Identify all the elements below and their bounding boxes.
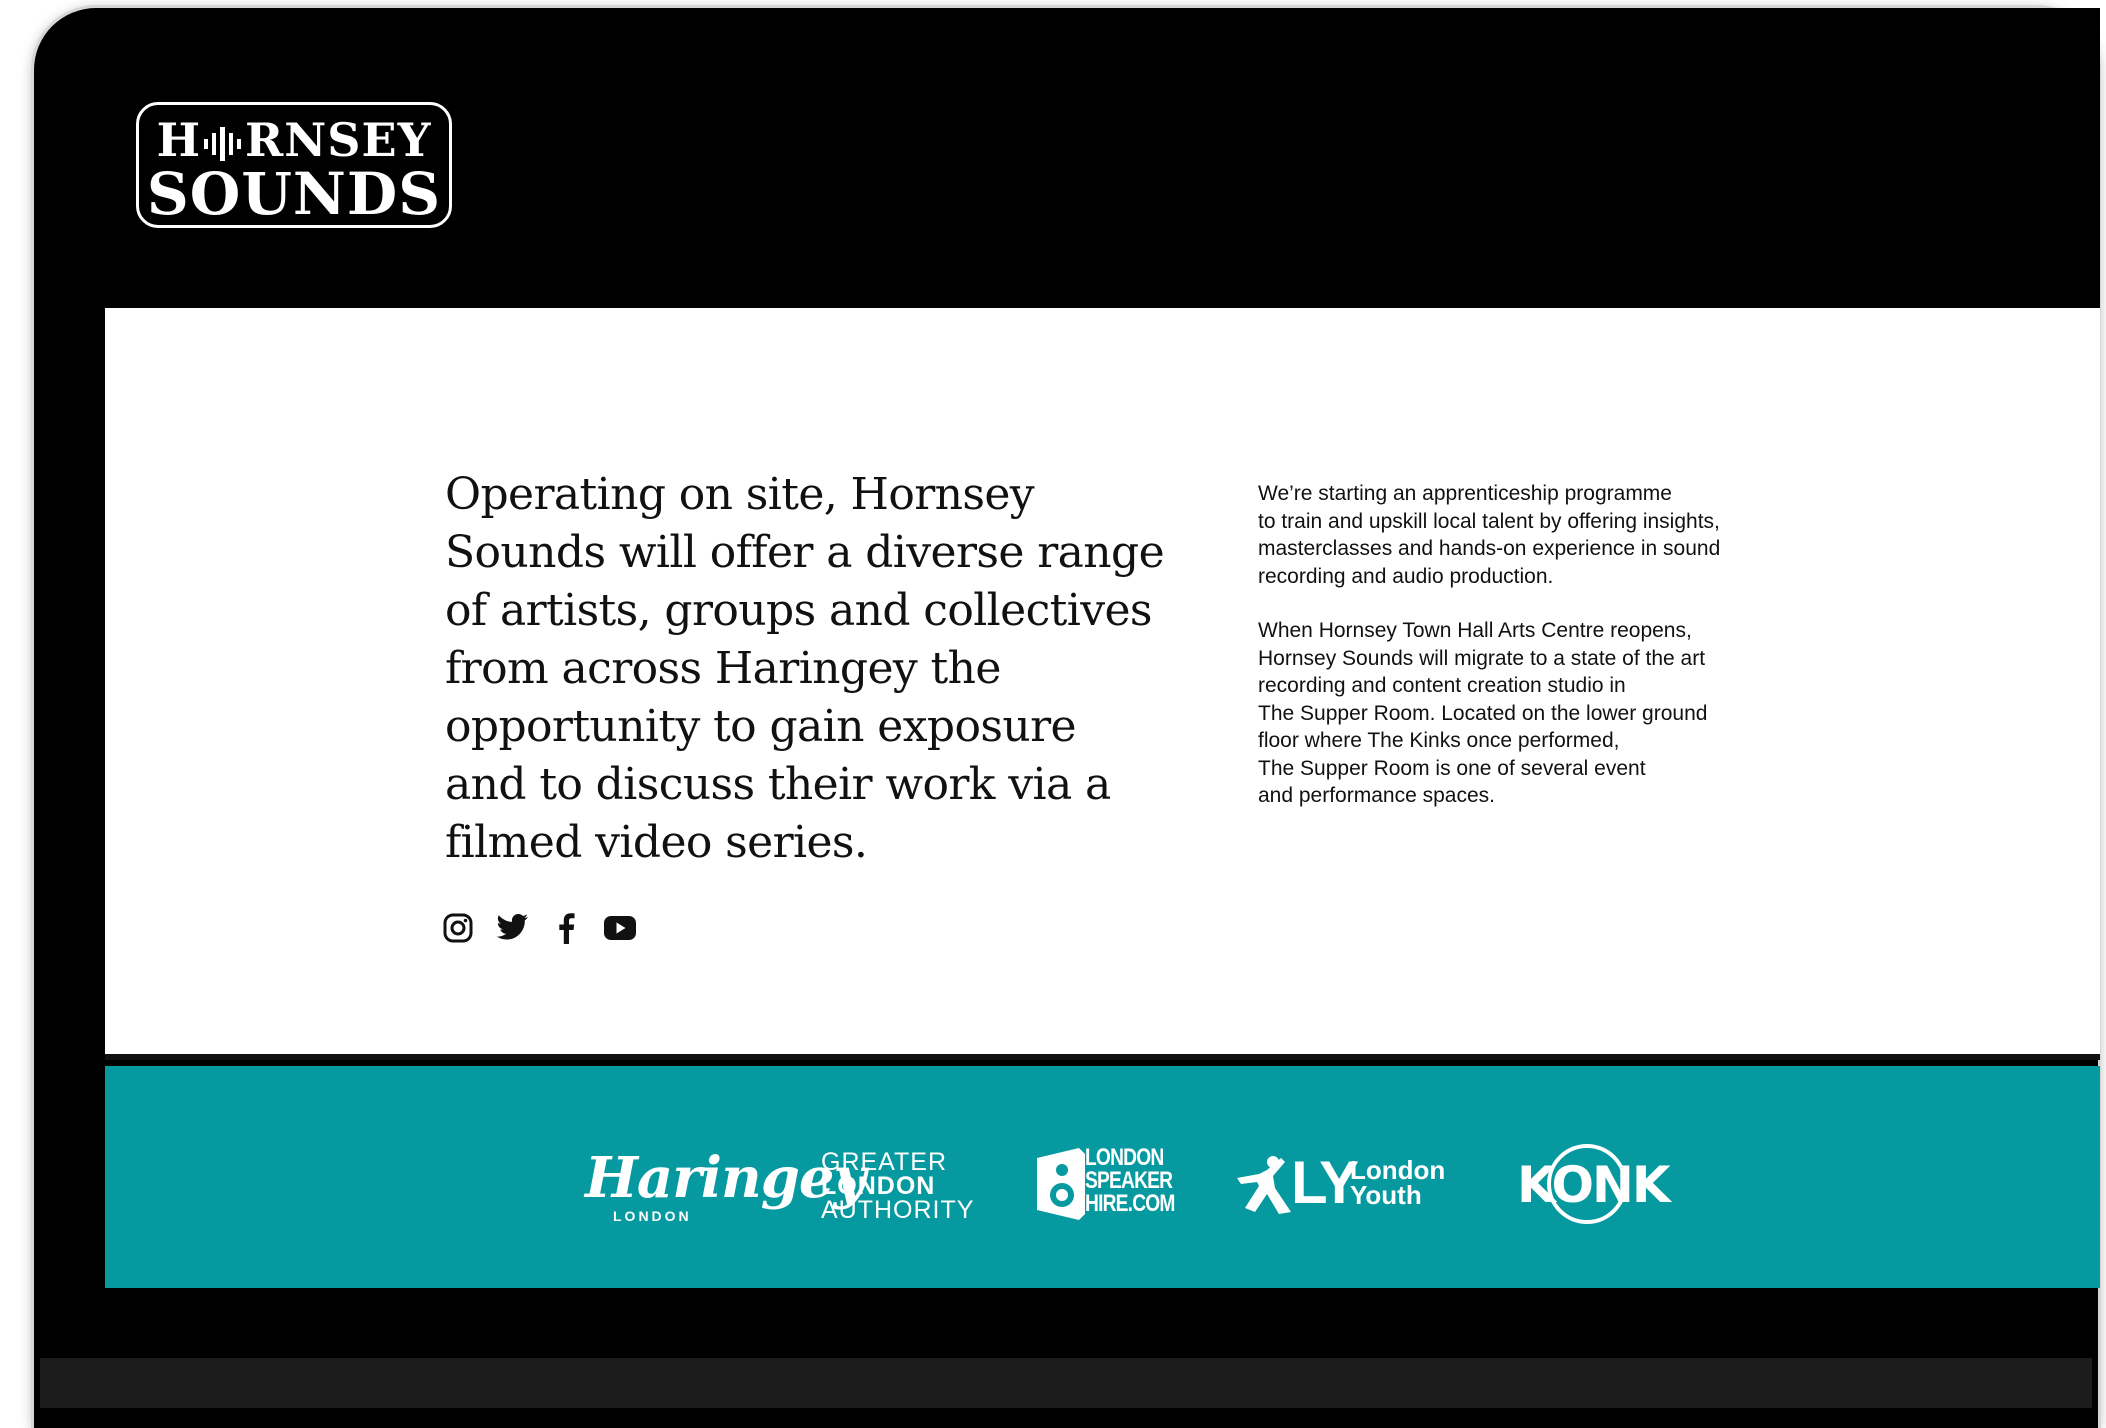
social-links [441,908,637,948]
website-viewport: H RNSEY SOUNDS Operating on site, Hornsey… [105,8,2100,1290]
london-youth-wordmark: London Youth [1350,1157,1445,1210]
speaker-icon [1037,1148,1085,1220]
haringey-wordmark: Haringey [585,1145,866,1211]
london-youth-logo[interactable]: LY London Youth [1235,1152,1465,1222]
logo-line-2: SOUNDS [146,160,442,228]
twitter-icon[interactable] [495,911,529,945]
hornsey-sounds-logo[interactable]: H RNSEY SOUNDS [136,102,452,228]
konk-wordmark: KONK [1517,1156,1671,1214]
konk-logo[interactable]: KONK [1517,1142,1671,1226]
speaker-hire-wordmark: LONDON SPEAKER HIRE.COM [1085,1144,1175,1217]
haringey-subtitle: LONDON [613,1208,692,1224]
london-speaker-hire-logo[interactable]: LONDON SPEAKER HIRE.COM [1035,1146,1175,1222]
logo-line-1: H RNSEY [156,113,432,167]
lsh-line-2: SPEAKER [1085,1167,1173,1194]
haringey-logo[interactable]: Haringey LONDON [585,1145,866,1230]
youtube-icon[interactable] [603,911,637,945]
ly-mark: LY [1291,1149,1359,1216]
supper-room-paragraph: When Hornsey Town Hall Arts Centre reope… [1258,619,1708,807]
laptop-bezel [40,1358,2092,1408]
site-header: H RNSEY SOUNDS [105,8,2100,308]
instagram-icon[interactable] [441,911,475,945]
jumping-figure-icon [1237,1156,1291,1214]
lead-statement: Operating on site, Hornsey Sounds will o… [445,469,1165,868]
programme-description: We’re starting an apprenticeship program… [1258,480,1798,837]
ly-line-2: Youth [1350,1180,1422,1210]
facebook-icon[interactable] [549,911,583,945]
partner-logos: Haringey LONDON GREATER LONDON AUTHORITY… [105,1066,2100,1288]
apprenticeship-paragraph: We’re starting an apprenticeship program… [1258,482,1721,588]
soundwave-icon [204,127,242,161]
gla-line-1: GREATER [821,1148,947,1176]
laptop-frame: H RNSEY SOUNDS Operating on site, Hornsey… [34,8,2100,1428]
gla-line-3: AUTHORITY [821,1196,975,1224]
lsh-line-1: LONDON [1085,1144,1164,1171]
intro-section: Operating on site, Hornsey Sounds will o… [105,308,2100,1060]
greater-london-authority-logo[interactable]: GREATER LONDON AUTHORITY [821,1148,975,1224]
gla-line-2: LONDON [821,1172,936,1200]
lsh-line-3: HIRE.COM [1085,1190,1175,1217]
